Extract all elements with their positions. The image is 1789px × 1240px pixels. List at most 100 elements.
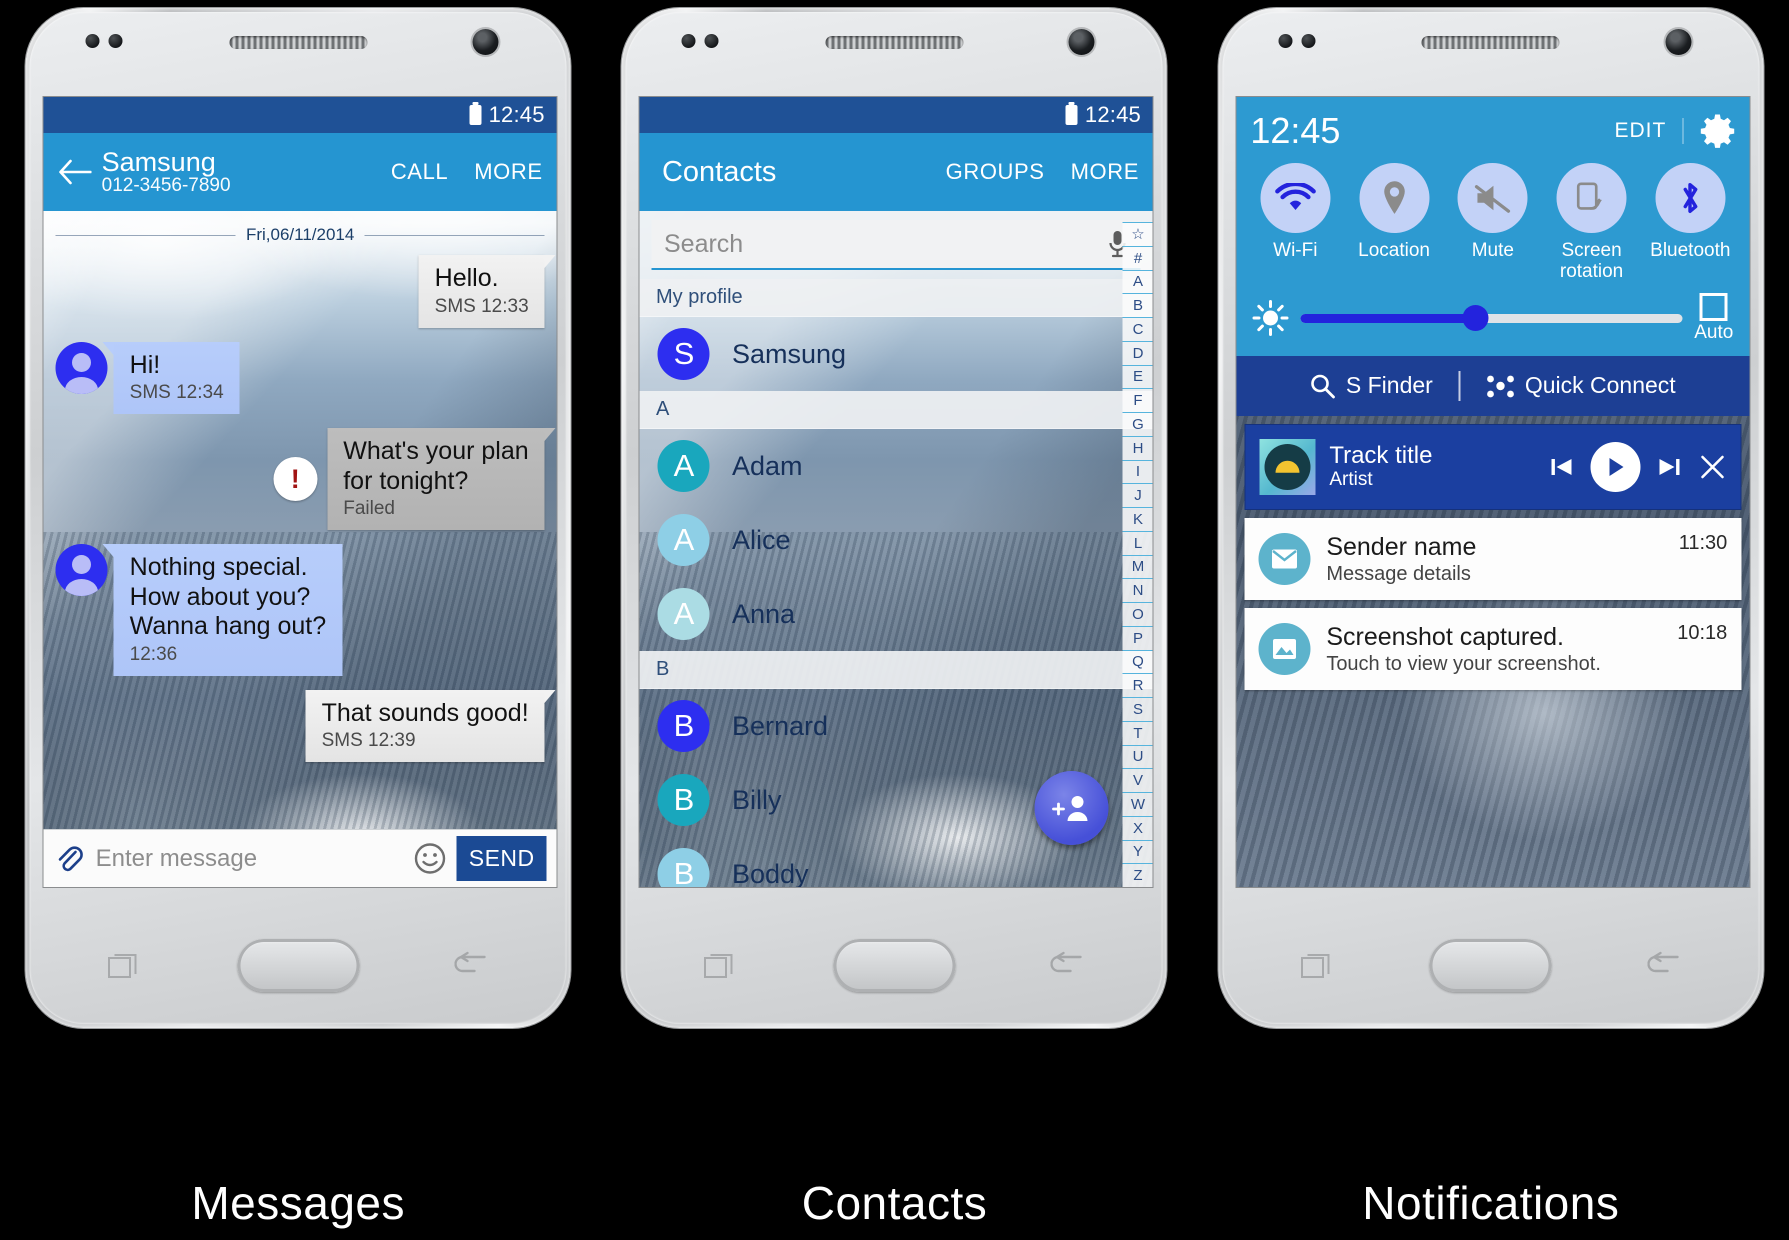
- avatar: B: [657, 774, 710, 826]
- alpha-index-letter[interactable]: A: [1122, 269, 1153, 294]
- list-item[interactable]: A Alice: [640, 503, 1153, 577]
- alpha-index-letter[interactable]: Z: [1122, 863, 1153, 887]
- recents-key[interactable]: [704, 951, 738, 979]
- phone-messages: 12:45 Samsung 012-3456-7890 CALL MORE Fr…: [0, 0, 596, 1240]
- message-bubble[interactable]: That sounds good! SMS 12:39: [305, 689, 556, 762]
- message-bubble[interactable]: Hi! SMS 12:34: [102, 341, 240, 414]
- alpha-index-letter[interactable]: O: [1122, 602, 1153, 626]
- more-button[interactable]: MORE: [1071, 159, 1139, 185]
- alpha-index-letter[interactable]: I: [1122, 459, 1153, 484]
- alpha-index-letter[interactable]: U: [1122, 744, 1153, 769]
- quick-connect-button[interactable]: Quick Connect: [1487, 372, 1676, 399]
- recents-key[interactable]: [1300, 951, 1334, 979]
- more-button[interactable]: MORE: [474, 159, 542, 185]
- notification-time: 11:30: [1678, 531, 1728, 554]
- alpha-index-letter[interactable]: E: [1122, 364, 1153, 389]
- notification-detail: Message details: [1326, 562, 1471, 585]
- alpha-index-letter[interactable]: G: [1122, 412, 1153, 436]
- gear-icon[interactable]: [1699, 113, 1735, 149]
- alpha-index-letter[interactable]: W: [1122, 792, 1153, 816]
- edit-button[interactable]: EDIT: [1614, 119, 1666, 143]
- alpha-index-letter[interactable]: Y: [1122, 839, 1153, 864]
- paperclip-icon[interactable]: [54, 844, 84, 874]
- alpha-index-letter[interactable]: T: [1122, 720, 1153, 745]
- track-artist: Artist: [1329, 469, 1373, 491]
- recents-key[interactable]: [108, 951, 142, 979]
- contact-name: Samsung: [731, 338, 847, 369]
- contacts-screen: 12:45 Contacts GROUPS MORE Search My pro…: [639, 97, 1153, 887]
- sensor-dots: [1278, 34, 1316, 48]
- alpha-index-letter[interactable]: F: [1122, 388, 1153, 412]
- alpha-index-letter[interactable]: Q: [1122, 649, 1153, 674]
- alpha-index-letter[interactable]: #: [1122, 245, 1153, 270]
- media-notification[interactable]: Track title Artist: [1244, 423, 1742, 510]
- toggle-location[interactable]: Location: [1351, 163, 1437, 283]
- play-button[interactable]: [1590, 441, 1641, 492]
- toggle-wifi[interactable]: Wi-Fi: [1252, 163, 1338, 283]
- message-row: Nothing special. How about you? Wanna ha…: [55, 544, 545, 676]
- alpha-index-letter[interactable]: ☆: [1122, 222, 1153, 246]
- alpha-index-letter[interactable]: S: [1122, 697, 1153, 721]
- finder-row: S Finder Quick Connect: [1236, 355, 1750, 416]
- caption-contacts: Contacts: [801, 1177, 988, 1229]
- alpha-index-letter[interactable]: J: [1122, 483, 1153, 507]
- message-text: What's your plan for tonight?: [343, 437, 529, 495]
- message-input[interactable]: Enter message: [96, 845, 414, 873]
- notification-item[interactable]: Sender name Message details 11:30: [1244, 517, 1742, 600]
- alpha-index-letter[interactable]: D: [1122, 340, 1153, 365]
- message-bubble[interactable]: What's your plan for tonight? Failed: [327, 428, 557, 530]
- toggle-screen-rotation[interactable]: Screen rotation: [1549, 163, 1635, 283]
- search-placeholder: Search: [663, 229, 744, 258]
- notifications-screen: 12:45 EDIT Wi-Fi Location Mute Screen ro…: [1236, 97, 1750, 887]
- home-button[interactable]: [237, 939, 360, 992]
- alpha-index-letter[interactable]: B: [1122, 293, 1153, 317]
- list-item[interactable]: B Bernard: [640, 689, 1153, 763]
- alpha-index-letter[interactable]: K: [1122, 507, 1153, 531]
- status-bar: 12:45: [43, 97, 557, 133]
- date-separator: Fri,06/11/2014: [55, 225, 545, 245]
- alpha-index-letter[interactable]: C: [1122, 317, 1153, 341]
- messages-app-bar: Samsung 012-3456-7890 CALL MORE: [43, 133, 557, 211]
- add-contact-button[interactable]: [1034, 771, 1109, 845]
- notification-item[interactable]: Screenshot captured. Touch to view your …: [1244, 607, 1742, 690]
- home-button[interactable]: [833, 939, 956, 992]
- toggle-mute[interactable]: Mute: [1450, 163, 1536, 283]
- message-bubble[interactable]: Hello. SMS 12:33: [418, 255, 556, 328]
- alpha-index-letter[interactable]: L: [1122, 530, 1153, 555]
- track-title: Track title: [1329, 441, 1433, 469]
- alpha-index-letter[interactable]: X: [1122, 815, 1153, 840]
- message-bubble[interactable]: Nothing special. How about you? Wanna ha…: [102, 544, 343, 676]
- alpha-index-letter[interactable]: M: [1122, 554, 1153, 579]
- contact-name: Alice: [731, 524, 791, 555]
- list-item[interactable]: A Adam: [640, 429, 1153, 503]
- alpha-index-letter[interactable]: R: [1122, 673, 1153, 697]
- search-input[interactable]: Search: [651, 220, 1141, 270]
- next-track-icon[interactable]: [1656, 454, 1682, 480]
- close-icon[interactable]: [1698, 453, 1726, 481]
- s-finder-button[interactable]: S Finder: [1310, 372, 1433, 399]
- avatar: A: [657, 588, 710, 640]
- alphabet-index[interactable]: ☆ # A B C D E F G H I J K L M N O P Q R S T U V W X Y Z: [1122, 222, 1153, 887]
- list-item[interactable]: A Anna: [640, 577, 1153, 651]
- auto-brightness-toggle[interactable]: Auto: [1694, 292, 1733, 344]
- alpha-index-letter[interactable]: V: [1122, 768, 1153, 792]
- alpha-index-letter[interactable]: H: [1122, 435, 1153, 460]
- list-item[interactable]: S Samsung: [640, 317, 1153, 391]
- smiley-icon[interactable]: [414, 842, 447, 875]
- panel-clock: 12:45: [1250, 110, 1341, 151]
- toggle-bluetooth[interactable]: Bluetooth: [1647, 163, 1733, 283]
- album-art: [1259, 438, 1316, 495]
- brightness-slider[interactable]: [1300, 305, 1683, 332]
- call-button[interactable]: CALL: [391, 159, 448, 185]
- home-button[interactable]: [1429, 939, 1552, 992]
- alpha-index-letter[interactable]: P: [1122, 625, 1153, 650]
- back-key[interactable]: [454, 951, 489, 979]
- groups-button[interactable]: GROUPS: [946, 159, 1045, 185]
- alpha-index-letter[interactable]: N: [1122, 578, 1153, 602]
- back-arrow-icon[interactable]: [58, 159, 92, 185]
- back-key[interactable]: [1647, 951, 1681, 979]
- send-button[interactable]: SEND: [456, 836, 547, 881]
- back-key[interactable]: [1050, 951, 1085, 979]
- previous-track-icon[interactable]: [1548, 454, 1574, 480]
- failed-icon[interactable]: !: [273, 457, 318, 501]
